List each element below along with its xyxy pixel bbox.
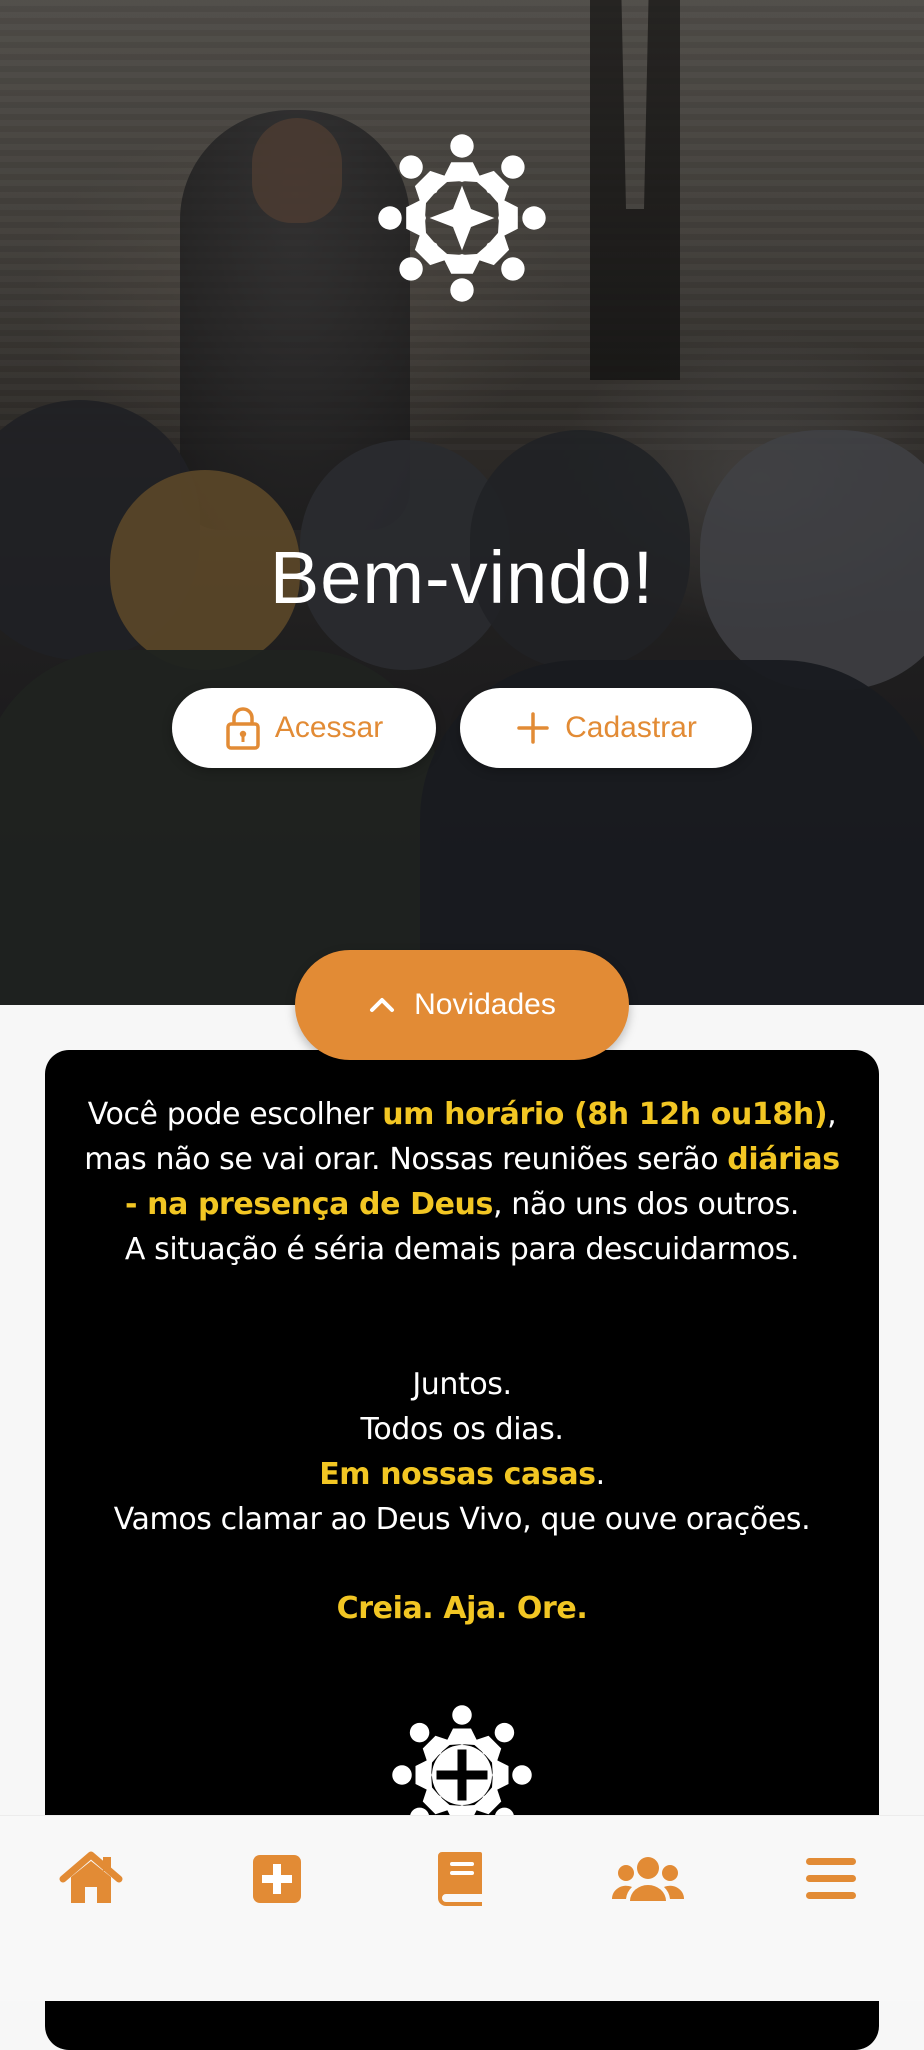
news-line: Em nossas casas. [45,1452,879,1497]
plus-icon [517,712,549,744]
news-highlight: um horário (8h 12h ou18h) [382,1097,828,1132]
news-text-segment: Você pode escolher [87,1097,383,1132]
news-highlight: - na presença de Deus [125,1187,493,1222]
news-toggle-label: Novidades [414,988,556,1021]
news-line: Juntos. [412,1367,512,1402]
register-button[interactable]: Cadastrar [460,688,752,768]
logo-icon [378,134,546,302]
news-line: Vamos clamar ao Deus Vivo, que ouve oraç… [113,1502,811,1537]
users-icon [612,1857,684,1901]
access-button-label: Acessar [274,711,384,744]
news-line: A situação é séria demais para descuidar… [124,1232,800,1267]
menu-icon [806,1858,856,1899]
news-text-segment: . [595,1457,606,1492]
nav-menu[interactable] [791,1844,871,1914]
book-icon [438,1852,482,1906]
access-button[interactable]: Acessar [172,688,436,768]
news-text-segment: mas não se vai orar. Nossas reuniões ser… [84,1142,728,1177]
bottom-navigation [0,1815,924,2001]
news-toggle-button[interactable]: Novidades [295,950,629,1060]
news-highlight: diárias [727,1142,840,1177]
news-line: Todos os dias. [360,1412,564,1447]
news-highlight: Em nossas casas [319,1457,596,1492]
plus-square-icon [253,1855,301,1903]
home-icon [59,1851,123,1903]
news-line: Você pode escolher um horário (8h 12h ou… [45,1092,879,1137]
hero-banner: Bem-vindo! Acessar Cadastrar [0,0,924,1005]
welcome-heading: Bem-vindo! [269,536,655,619]
news-text-segment: , não uns dos outros. [492,1187,799,1222]
news-text-segment: , [827,1097,837,1132]
news-motto: Creia. Aja. Ore. [336,1591,588,1626]
chevron-up-icon [370,998,395,1012]
nav-people[interactable] [608,1844,688,1914]
news-line: - na presença de Deus, não uns dos outro… [45,1182,879,1227]
news-message: Você pode escolher um horário (8h 12h ou… [45,1050,879,1631]
nav-book[interactable] [421,1844,501,1914]
nav-home[interactable] [51,1844,131,1914]
news-line: mas não se vai orar. Nossas reuniões ser… [45,1137,879,1182]
nav-add[interactable] [237,1844,317,1914]
lock-icon [226,707,260,750]
register-button-label: Cadastrar [565,711,697,744]
